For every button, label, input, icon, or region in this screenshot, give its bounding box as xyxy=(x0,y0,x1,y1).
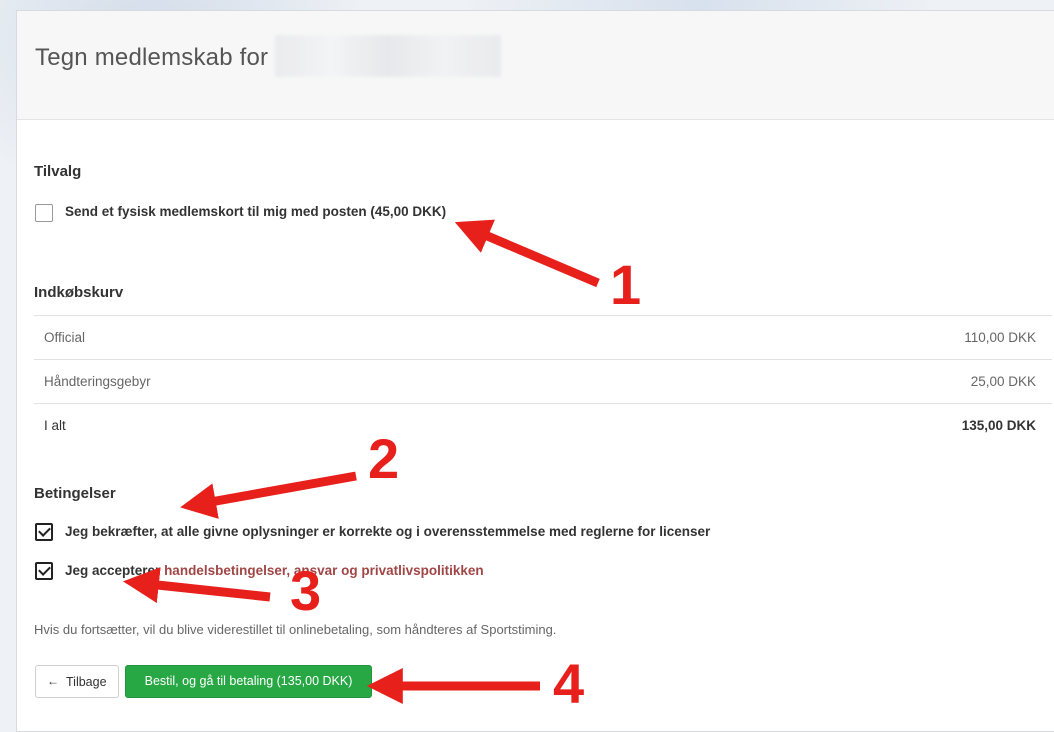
annotation-label-2: 2 xyxy=(368,427,399,490)
annotation-label-3: 3 xyxy=(290,559,321,622)
annotation-label-4: 4 xyxy=(553,652,584,715)
annotation-arrow-1 xyxy=(454,219,600,288)
annotation-label-1: 1 xyxy=(610,253,641,316)
annotation-arrow-3 xyxy=(122,567,271,604)
annotation-overlay: 1 2 3 4 xyxy=(122,219,641,715)
annotation-arrow-2 xyxy=(180,471,357,519)
